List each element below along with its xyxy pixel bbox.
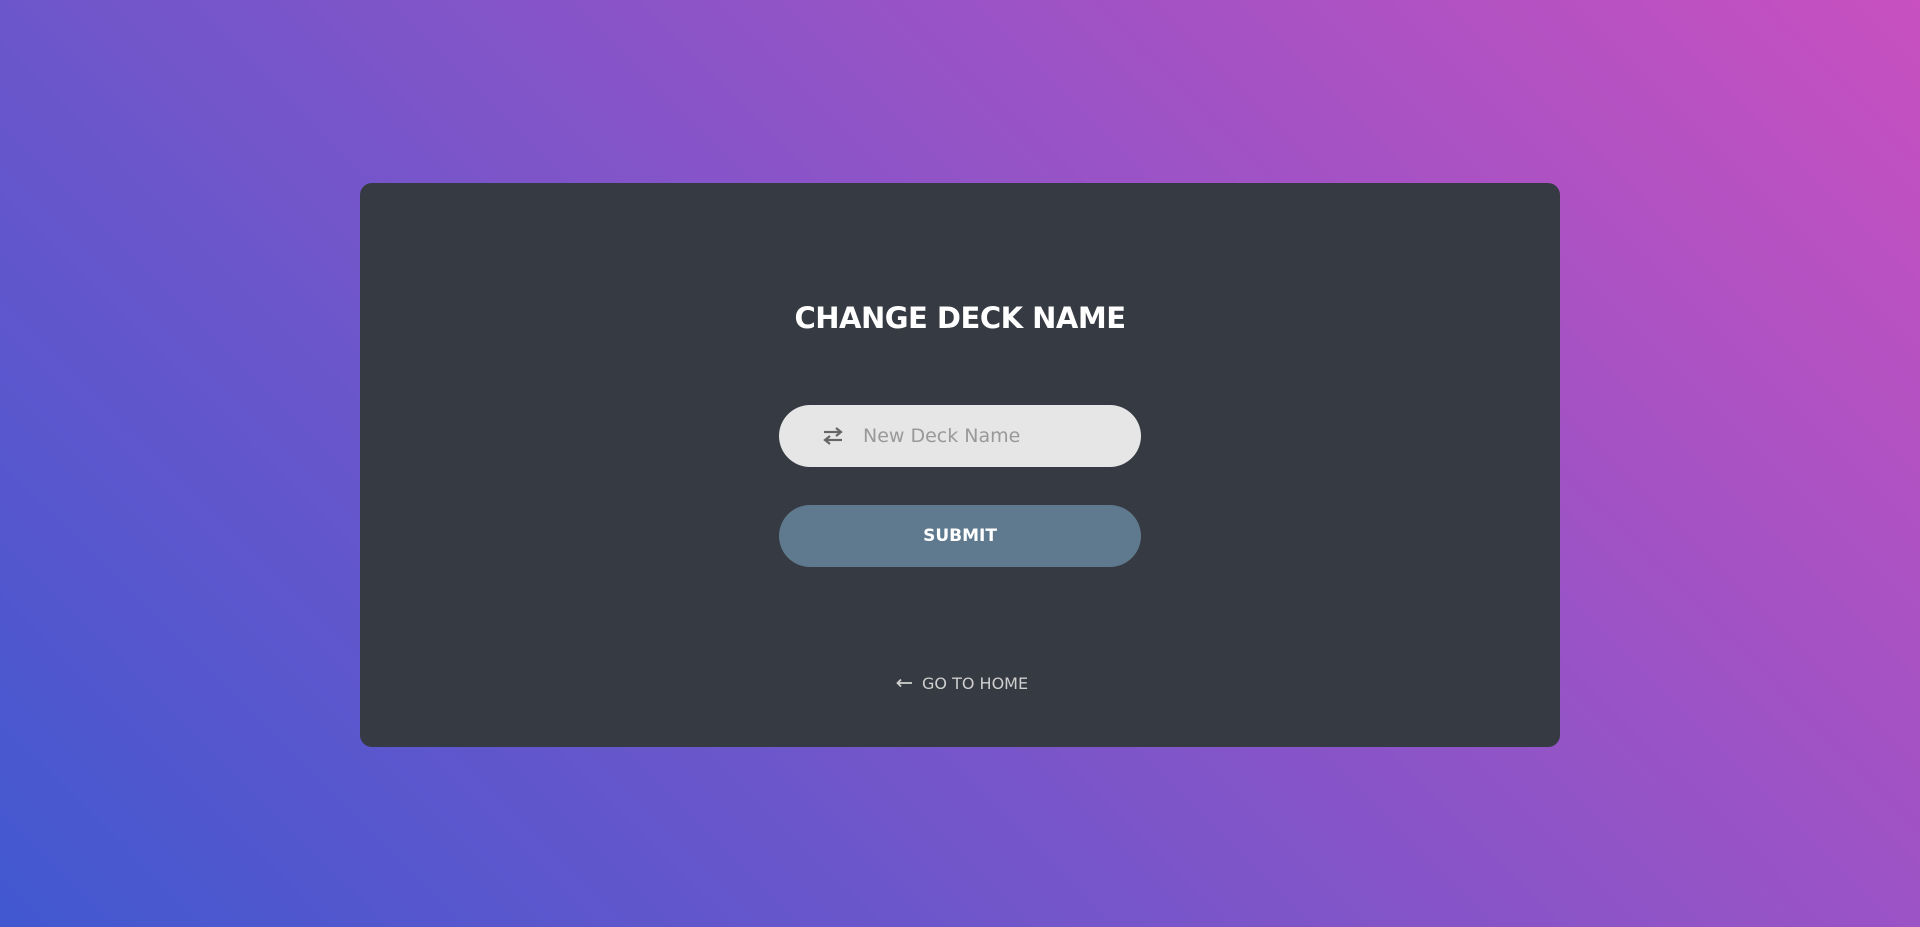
deck-name-field[interactable] [779,405,1141,467]
swap-arrows-icon [822,426,844,446]
deck-name-input[interactable] [863,405,1113,467]
submit-button[interactable]: SUBMIT [779,505,1141,567]
go-to-home-label: GO TO HOME [922,673,1029,693]
arrow-left-icon [896,678,912,688]
go-to-home-link[interactable]: GO TO HOME [896,672,1028,694]
page-title: CHANGE DECK NAME [794,301,1126,335]
